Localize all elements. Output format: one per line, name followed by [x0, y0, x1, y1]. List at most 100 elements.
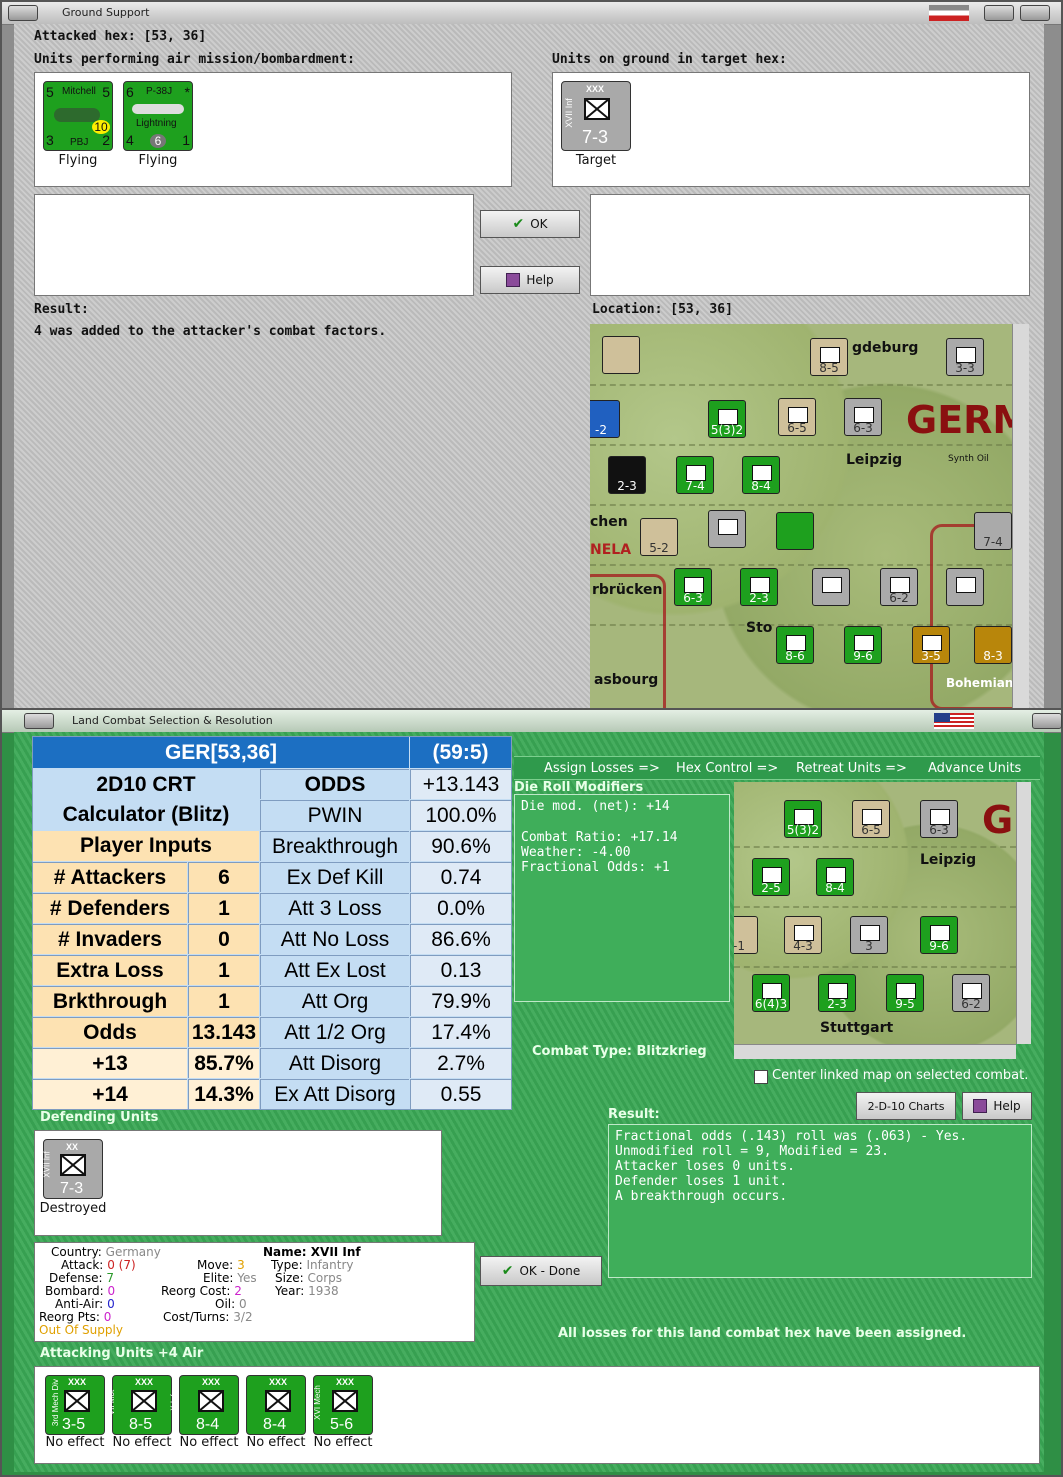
map-counter[interactable]: 6-5 [778, 398, 816, 436]
attacker-counter[interactable]: XXX VII Mot 8-5 [107, 1375, 172, 1435]
crt-input-value[interactable]: 1 [188, 893, 259, 923]
attacker-counter[interactable]: XXX V Mot 8-4 [239, 1375, 306, 1435]
ok-button[interactable]: ✔ OK [480, 210, 580, 238]
map-counter[interactable]: 6-3 [920, 800, 958, 838]
window-title: Land Combat Selection & Resolution [72, 714, 273, 727]
map-counter[interactable]: 4-3 [784, 916, 822, 954]
counter-size: XX [66, 1142, 79, 1152]
air-unit-counter[interactable]: 6 P-38J * Lightning 4 6 1 [123, 81, 193, 151]
map-counter[interactable]: 6(4)3 [752, 974, 790, 1012]
crt-input-value[interactable]: 13.143 [188, 1017, 259, 1047]
combat-map[interactable]: G Leipzig Stuttgart 5(3)2 6-5 6-3 2-5 8-… [734, 782, 1016, 1044]
bomber-icon [54, 108, 100, 122]
defender-counter[interactable]: XX XVII Inf 7-3 [43, 1139, 103, 1199]
map-counter[interactable]: 3-3 [946, 338, 984, 376]
crt-input-value[interactable]: 0 [188, 924, 259, 954]
minimize-button[interactable] [984, 5, 1014, 21]
map-vertical-scrollbar[interactable] [1012, 324, 1029, 709]
map-counter[interactable]: -2 [590, 400, 620, 438]
close-button[interactable] [1032, 713, 1062, 729]
attacker-counter[interactable]: XXX X Inf 8-4 [170, 1375, 239, 1435]
map-counter[interactable]: 7-4 [676, 456, 714, 494]
crt-result-label: PWIN [260, 800, 409, 830]
counter-side-label: VII Mot [107, 1389, 117, 1416]
counter-side-label: XVII Inf [563, 98, 574, 128]
map-counter[interactable] [776, 512, 814, 550]
map-city: NELA [590, 542, 632, 558]
map-counter[interactable] [812, 568, 850, 606]
center-map-checkbox[interactable] [754, 1070, 768, 1084]
target-unit-status: Target [575, 153, 617, 168]
step-hex-control[interactable]: Hex Control => [676, 761, 778, 776]
map-counter[interactable]: 5(3)2 [784, 800, 822, 838]
map-counter[interactable]: 2-5 [752, 858, 790, 896]
crt-result-label: Att 1/2 Org [260, 1017, 409, 1047]
crt-input-value[interactable]: 85.7% [188, 1048, 259, 1078]
counter-value: 7-3 [60, 1180, 84, 1197]
charts-button[interactable]: 2-D-10 Charts [856, 1092, 956, 1120]
attacked-hex-row: Attacked hex: [53, 36] [34, 29, 206, 44]
crt-result-value: 0.0% [410, 893, 511, 923]
help-button[interactable]: Help [962, 1092, 1032, 1120]
step-assign-losses[interactable]: Assign Losses => [544, 761, 660, 776]
attacker-status: No effect [313, 1435, 373, 1450]
map-counter[interactable]: 8-4 [742, 456, 780, 494]
ok-done-button[interactable]: ✔ OK - Done [480, 1256, 602, 1286]
map-counter[interactable]: 5-2 [640, 518, 678, 556]
map-counter[interactable]: 8-5 [602, 336, 640, 374]
crt-input-value[interactable]: 1 [188, 955, 259, 985]
map-counter[interactable]: 9-6 [920, 916, 958, 954]
cost-turns-row: Cost/Turns: 3/2 [163, 1310, 253, 1324]
map-counter[interactable]: 6-2 [880, 568, 918, 606]
crt-input-value[interactable]: 6 [188, 862, 259, 892]
map-counter[interactable]: 9-5 [886, 974, 924, 1012]
window-menu-button[interactable] [24, 713, 54, 729]
step-advance-units[interactable]: Advance Units [928, 761, 1021, 776]
combat-map-vertical-scrollbar[interactable] [1016, 782, 1031, 1044]
map-counter[interactable]: 6-3 [844, 398, 882, 436]
attacker-counter[interactable]: XXX XVI Mech 5-6 [313, 1375, 373, 1435]
map-counter[interactable]: 6-5 [852, 800, 890, 838]
land-combat-titlebar[interactable]: Land Combat Selection & Resolution [2, 710, 1062, 733]
attacked-hex-label: Attacked hex: [34, 29, 136, 44]
map-counter[interactable]: 7-4 [974, 512, 1012, 550]
air-units-panel: 5 Mitchell 5 10 3 PBJ 2 Flying 6 P-38J *… [34, 72, 512, 187]
map-counter[interactable]: 3 [850, 916, 888, 954]
map-counter[interactable]: 8-5 [810, 338, 848, 376]
window-menu-button[interactable] [8, 5, 38, 21]
map-counter[interactable]: 2-3 [608, 456, 646, 494]
map-counter[interactable]: 2-3 [818, 974, 856, 1012]
map-counter[interactable]: 9-6 [844, 626, 882, 664]
result-label: Result: [34, 302, 89, 317]
window-title: Ground Support [62, 6, 150, 19]
map-counter[interactable]: 8-4 [816, 858, 854, 896]
air-unit-counter[interactable]: 5 Mitchell 5 10 3 PBJ 2 [43, 81, 113, 151]
map-counter[interactable]: 6-2 [952, 974, 990, 1012]
ground-support-titlebar[interactable]: Ground Support [2, 2, 1061, 25]
crt-input-value[interactable]: 1 [188, 986, 259, 1016]
close-button[interactable] [1020, 5, 1050, 21]
counter-value: 8-5 [129, 1416, 153, 1433]
location-map[interactable]: gdeburg GERM Leipzig Synth Oil chen NELA… [590, 324, 1012, 709]
map-counter[interactable]: 6-3 [674, 568, 712, 606]
counter-size: XXX [586, 84, 605, 94]
map-counter[interactable]: 3-5 [912, 626, 950, 664]
combat-map-horizontal-scrollbar[interactable] [734, 1044, 1016, 1059]
counter-value: 7-3 [582, 127, 609, 147]
map-counter[interactable]: -1 [734, 916, 758, 954]
attacker-counter[interactable]: XXX 3rd Mech Div 3-5 [45, 1375, 105, 1435]
step-retreat-units[interactable]: Retreat Units => [796, 761, 907, 776]
map-counter[interactable]: 8-3 [974, 626, 1012, 664]
target-unit-counter[interactable]: XXX XVII Inf 7-3 [561, 81, 631, 151]
map-counter[interactable] [708, 510, 746, 548]
map-counter[interactable]: 8-6 [776, 626, 814, 664]
map-counter[interactable]: 5(3)2 [708, 400, 746, 438]
help-book-icon [506, 273, 521, 287]
help-button[interactable]: Help [480, 266, 580, 294]
infantry-symbol-icon [584, 98, 610, 120]
crt-input-value[interactable]: 14.3% [188, 1079, 259, 1109]
map-counter[interactable] [946, 568, 984, 606]
map-counter[interactable]: 2-3 [740, 568, 778, 606]
result-line: Unmodified roll = 9, Modified = 23. [615, 1144, 889, 1159]
center-map-label: Center linked map on selected combat. [772, 1068, 1029, 1083]
